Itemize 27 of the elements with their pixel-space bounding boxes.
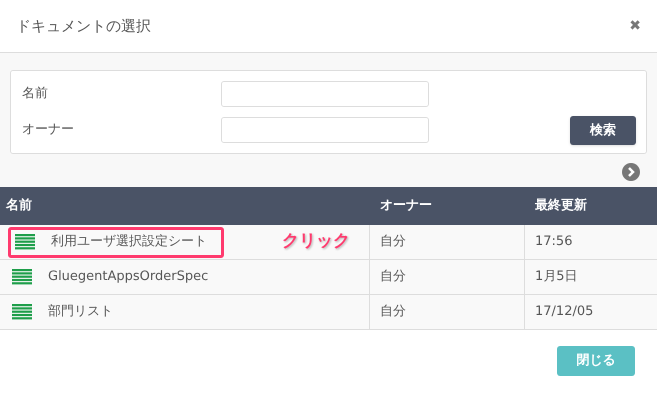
table-cell-text: 17:56 bbox=[534, 233, 574, 252]
document-name: 利用ユーザ選択設定シート bbox=[51, 233, 207, 252]
table-cell: 自分 bbox=[370, 295, 525, 329]
chevron-right-icon[interactable] bbox=[622, 163, 640, 181]
field-label: 名前 bbox=[22, 85, 49, 104]
document-name: GluegentAppsOrderSpec bbox=[48, 268, 208, 286]
field-label: オーナー bbox=[22, 121, 75, 140]
list-icon bbox=[12, 304, 32, 320]
column-header: オーナー bbox=[379, 197, 433, 216]
text-field[interactable] bbox=[221, 81, 429, 107]
close-button[interactable]: ✖ bbox=[629, 16, 641, 36]
text-field[interactable] bbox=[221, 117, 429, 143]
table-cell-text: 17/12/05 bbox=[534, 303, 594, 322]
table-cell: 自分 bbox=[370, 225, 525, 259]
search-button[interactable]: 検索 bbox=[570, 116, 636, 145]
list-icon bbox=[15, 234, 35, 250]
table-cell[interactable]: GluegentAppsOrderSpec bbox=[0, 260, 370, 294]
table-cell: 自分 bbox=[370, 260, 525, 294]
click-annotation: クリック bbox=[282, 230, 350, 254]
column-header: 最終更新 bbox=[534, 196, 588, 216]
document-name: 部門リスト bbox=[48, 303, 113, 322]
table-cell[interactable]: 部門リスト bbox=[0, 295, 370, 329]
table-cell[interactable]: 利用ユーザ選択設定シート クリック bbox=[0, 225, 370, 259]
column-header: 名前 bbox=[4, 197, 33, 216]
list-icon bbox=[12, 269, 32, 285]
table-cell-text: 1月5日 bbox=[534, 268, 579, 286]
dialog-title: ドキュメントの選択 bbox=[16, 16, 151, 37]
